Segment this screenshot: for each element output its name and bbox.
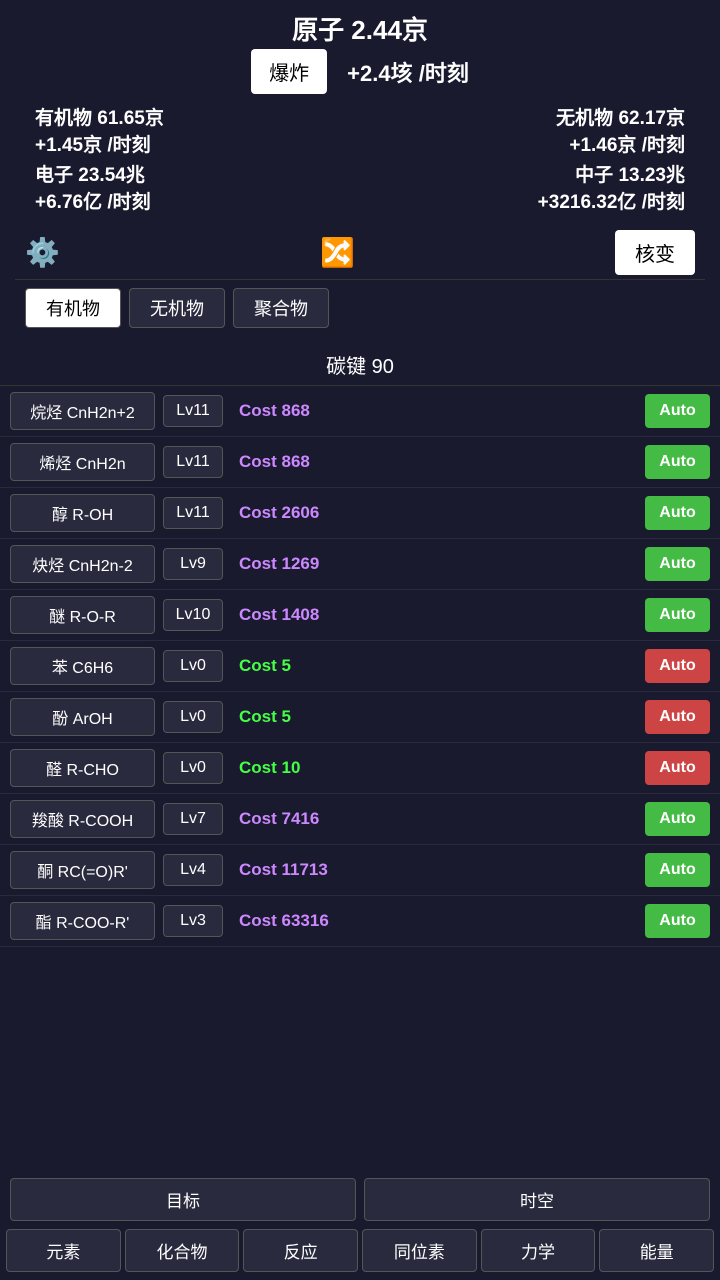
carbon-value: 碳键 90 [326, 356, 394, 378]
nav-btn-化合物[interactable]: 化合物 [125, 1229, 240, 1272]
compound-row: 苯 C6H6 Lv0 Cost 5 Auto [0, 641, 720, 692]
bottom-nav-row2: 元素化合物反应同位素力学能量 [0, 1225, 720, 1280]
compound-name[interactable]: 酚 ArOH [10, 698, 155, 736]
gear-icon[interactable]: ⚙️ [25, 236, 60, 269]
tabs-row: 有机物 无机物 聚合物 [15, 280, 705, 336]
compound-name[interactable]: 苯 C6H6 [10, 647, 155, 685]
bottom-nav-row1: 目标时空 [0, 1172, 720, 1225]
atom-rate: +2.4垓 /时刻 [347, 56, 469, 88]
compound-row: 酮 RC(=O)R' Lv4 Cost 11713 Auto [0, 845, 720, 896]
compound-name[interactable]: 醛 R-CHO [10, 749, 155, 787]
cost-text: Cost 10 [231, 758, 637, 778]
auto-button[interactable]: Auto [645, 802, 710, 836]
explode-button[interactable]: 爆炸 [251, 49, 327, 94]
level-badge: Lv3 [163, 905, 223, 937]
electron-label: 电子 23.54兆 [35, 163, 355, 190]
organic-stat: 有机物 61.65京 +1.45京 /时刻 [35, 106, 355, 159]
level-badge: Lv0 [163, 650, 223, 682]
inorganic-label: 无机物 62.17京 [365, 106, 685, 133]
nav-btn-元素[interactable]: 元素 [6, 1229, 121, 1272]
tab-polymer[interactable]: 聚合物 [233, 288, 329, 328]
auto-button[interactable]: Auto [645, 904, 710, 938]
compound-name[interactable]: 醇 R-OH [10, 494, 155, 532]
organic-rate: +1.45京 /时刻 [35, 133, 355, 160]
atom-value: 原子 2.44京 [292, 15, 428, 45]
level-badge: Lv11 [163, 497, 223, 529]
compound-name[interactable]: 烯烃 CnH2n [10, 443, 155, 481]
inorganic-stat: 无机物 62.17京 +1.46京 /时刻 [365, 106, 685, 159]
auto-button[interactable]: Auto [645, 751, 710, 785]
cost-text: Cost 5 [231, 656, 637, 676]
nuclear-button[interactable]: 核变 [615, 230, 695, 275]
nav-btn-能量[interactable]: 能量 [599, 1229, 714, 1272]
nav-btn-目标[interactable]: 目标 [10, 1178, 356, 1221]
nav-btn-反应[interactable]: 反应 [243, 1229, 358, 1272]
tab-organic[interactable]: 有机物 [25, 288, 121, 328]
top-section: 原子 2.44京 爆炸 +2.4垓 /时刻 有机物 61.65京 +1.45京 … [0, 0, 720, 344]
cost-text: Cost 1408 [231, 605, 637, 625]
auto-button[interactable]: Auto [645, 700, 710, 734]
cost-text: Cost 868 [231, 401, 637, 421]
level-badge: Lv7 [163, 803, 223, 835]
auto-button[interactable]: Auto [645, 445, 710, 479]
level-badge: Lv10 [163, 599, 223, 631]
shuffle-icon[interactable]: 🔀 [320, 236, 355, 269]
compound-name[interactable]: 酯 R-COO-R' [10, 902, 155, 940]
compound-row: 酯 R-COO-R' Lv3 Cost 63316 Auto [0, 896, 720, 947]
cost-text: Cost 63316 [231, 911, 637, 931]
explode-row: 爆炸 +2.4垓 /时刻 [15, 49, 705, 94]
level-badge: Lv11 [163, 395, 223, 427]
cost-text: Cost 1269 [231, 554, 637, 574]
compound-row: 醛 R-CHO Lv0 Cost 10 Auto [0, 743, 720, 794]
controls-row: ⚙️ 🔀 核变 [15, 226, 705, 280]
auto-button[interactable]: Auto [645, 649, 710, 683]
level-badge: Lv11 [163, 446, 223, 478]
cost-text: Cost 11713 [231, 860, 637, 880]
nav-btn-时空[interactable]: 时空 [364, 1178, 710, 1221]
neutron-label: 中子 13.23兆 [365, 163, 685, 190]
cost-text: Cost 7416 [231, 809, 637, 829]
level-badge: Lv0 [163, 752, 223, 784]
compound-row: 炔烃 CnH2n-2 Lv9 Cost 1269 Auto [0, 539, 720, 590]
auto-button[interactable]: Auto [645, 394, 710, 428]
cost-text: Cost 5 [231, 707, 637, 727]
cost-text: Cost 868 [231, 452, 637, 472]
auto-button[interactable]: Auto [645, 853, 710, 887]
compound-name[interactable]: 烷烃 CnH2n+2 [10, 392, 155, 430]
nav-btn-力学[interactable]: 力学 [481, 1229, 596, 1272]
compound-row: 羧酸 R-COOH Lv7 Cost 7416 Auto [0, 794, 720, 845]
bottom-nav: 目标时空 元素化合物反应同位素力学能量 [0, 1172, 720, 1280]
tab-inorganic[interactable]: 无机物 [129, 288, 225, 328]
electron-stat: 电子 23.54兆 +6.76亿 /时刻 [35, 163, 355, 216]
atom-display: 原子 2.44京 [15, 10, 705, 47]
compounds-list: 烷烃 CnH2n+2 Lv11 Cost 868 Auto 烯烃 CnH2n L… [0, 386, 720, 1146]
compound-row: 酚 ArOH Lv0 Cost 5 Auto [0, 692, 720, 743]
compound-name[interactable]: 酮 RC(=O)R' [10, 851, 155, 889]
compound-name[interactable]: 炔烃 CnH2n-2 [10, 545, 155, 583]
cost-text: Cost 2606 [231, 503, 637, 523]
level-badge: Lv4 [163, 854, 223, 886]
compound-row: 烯烃 CnH2n Lv11 Cost 868 Auto [0, 437, 720, 488]
level-badge: Lv9 [163, 548, 223, 580]
electron-rate: +6.76亿 /时刻 [35, 190, 355, 217]
nav-btn-同位素[interactable]: 同位素 [362, 1229, 477, 1272]
stats-grid: 有机物 61.65京 +1.45京 /时刻 无机物 62.17京 +1.46京 … [15, 102, 705, 220]
compound-row: 醚 R-O-R Lv10 Cost 1408 Auto [0, 590, 720, 641]
auto-button[interactable]: Auto [645, 496, 710, 530]
neutron-stat: 中子 13.23兆 +3216.32亿 /时刻 [365, 163, 685, 216]
auto-button[interactable]: Auto [645, 547, 710, 581]
organic-label: 有机物 61.65京 [35, 106, 355, 133]
neutron-rate: +3216.32亿 /时刻 [365, 190, 685, 217]
compound-name[interactable]: 醚 R-O-R [10, 596, 155, 634]
inorganic-rate: +1.46京 /时刻 [365, 133, 685, 160]
compound-row: 烷烃 CnH2n+2 Lv11 Cost 868 Auto [0, 386, 720, 437]
auto-button[interactable]: Auto [645, 598, 710, 632]
compound-row: 醇 R-OH Lv11 Cost 2606 Auto [0, 488, 720, 539]
carbon-header: 碳键 90 [0, 344, 720, 386]
level-badge: Lv0 [163, 701, 223, 733]
compound-name[interactable]: 羧酸 R-COOH [10, 800, 155, 838]
